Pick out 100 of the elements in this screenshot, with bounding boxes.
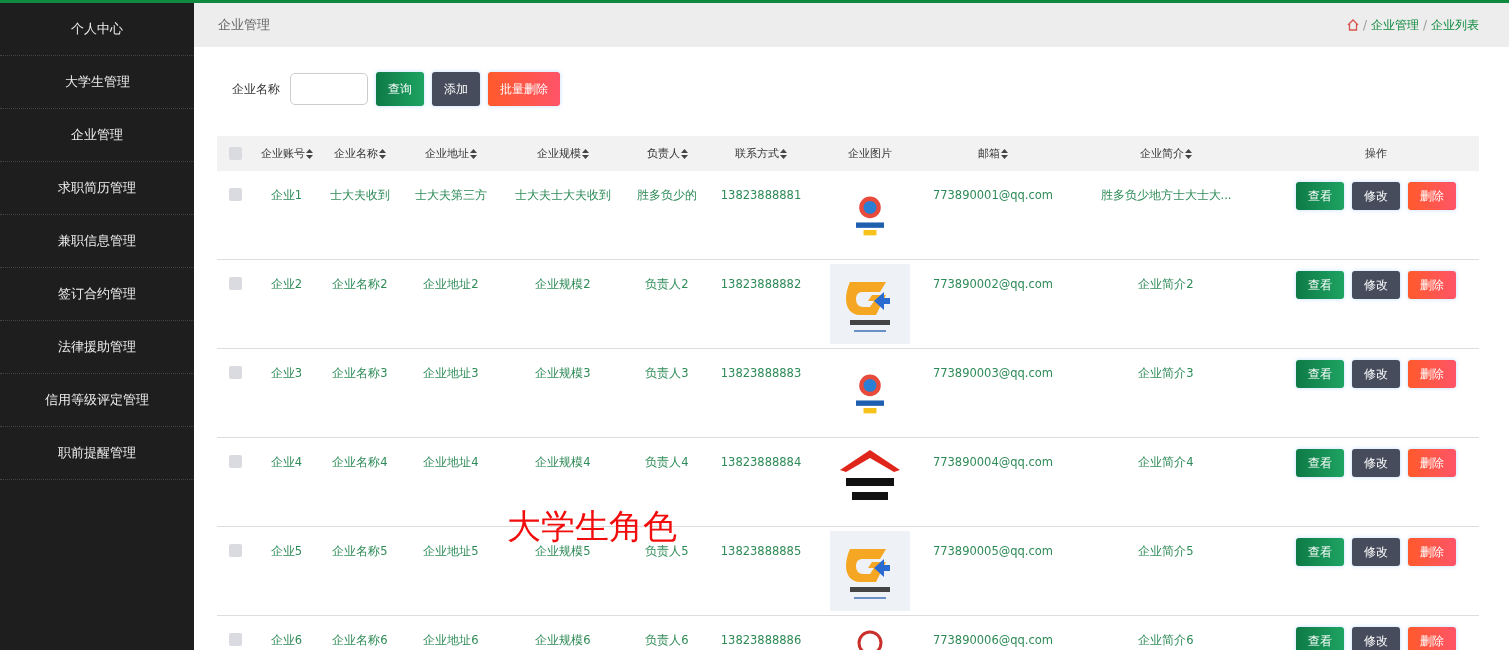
table-cell-text: 胜多负少的 xyxy=(636,187,698,203)
logo-image xyxy=(856,373,884,415)
action-button[interactable]: 修改 xyxy=(1352,360,1400,388)
table-cell-text: 企业名称5 xyxy=(331,543,389,559)
table-cell-text: 773890001@qq.com xyxy=(931,187,1055,202)
table-cell-text: 胜多负少地方士大士大... xyxy=(1099,187,1233,203)
table-cell-text: 负责人4 xyxy=(644,454,690,470)
action-button[interactable]: 修改 xyxy=(1352,182,1400,210)
table-cell-text: 企业地址3 xyxy=(422,365,480,381)
column-header: 企业简介 xyxy=(1140,146,1184,161)
table-cell-text: 企业简介6 xyxy=(1137,632,1195,648)
checkbox[interactable] xyxy=(229,277,242,290)
action-button[interactable]: 查看 xyxy=(1296,182,1344,210)
table-cell-text: 企业名称6 xyxy=(331,632,389,648)
action-button[interactable]: 修改 xyxy=(1352,271,1400,299)
action-button[interactable]: 修改 xyxy=(1352,449,1400,477)
sort-icon[interactable] xyxy=(1185,148,1192,159)
column-header: 负责人 xyxy=(646,146,680,161)
table-cell-text: 企业2 xyxy=(269,276,304,292)
column-header: 企业名称 xyxy=(334,146,378,161)
column-header: 邮箱 xyxy=(978,146,1000,161)
table-cell-text: 士大夫士大夫收到 xyxy=(514,187,612,203)
table-cell-text: 负责人6 xyxy=(644,632,690,648)
sort-icon[interactable] xyxy=(470,148,477,159)
table-cell-text: 企业5 xyxy=(269,543,304,559)
sort-icon[interactable] xyxy=(680,148,688,159)
breadcrumb-link[interactable]: 企业列表 xyxy=(1431,16,1479,34)
table-cell-text: 773890005@qq.com xyxy=(931,543,1055,558)
field-label: 企业名称 xyxy=(232,80,280,98)
logo-image xyxy=(840,450,900,500)
table-cell-text: 13823888881 xyxy=(719,187,803,202)
breadcrumb-separator: / xyxy=(1422,18,1427,32)
overlay-caption: 大学生角色 xyxy=(507,506,677,546)
checkbox[interactable] xyxy=(229,633,242,646)
table-cell-text: 企业名称2 xyxy=(331,276,389,292)
sort-icon[interactable] xyxy=(582,148,589,159)
table-cell-text: 企业规模3 xyxy=(534,365,592,381)
table-cell-text: 企业规模2 xyxy=(534,276,592,292)
table-cell-text: 773890002@qq.com xyxy=(931,276,1055,291)
table-cell-text: 企业名称4 xyxy=(331,454,389,470)
action-button[interactable]: 查看 xyxy=(1296,627,1344,650)
table-cell-text: 13823888884 xyxy=(719,454,803,469)
table-cell-text: 士大夫第三方 xyxy=(414,187,488,203)
column-header: 操作 xyxy=(1365,146,1387,161)
column-header: 企业地址 xyxy=(425,146,469,161)
table-cell-text: 企业简介2 xyxy=(1137,276,1195,292)
table-cell-text: 企业简介3 xyxy=(1137,365,1195,381)
toolbar-button[interactable]: 添加 xyxy=(432,72,480,106)
breadcrumb-link[interactable]: 企业管理 xyxy=(1370,16,1419,34)
table-cell-text: 企业6 xyxy=(269,632,304,648)
logo-image xyxy=(856,195,884,237)
checkbox[interactable] xyxy=(229,188,242,201)
table-cell-text: 负责人3 xyxy=(644,365,690,381)
sort-icon[interactable] xyxy=(305,148,313,159)
sort-icon[interactable] xyxy=(780,148,787,159)
table-cell-text: 773890003@qq.com xyxy=(931,365,1055,380)
column-header: 企业账号 xyxy=(260,146,305,161)
table-cell-text: 企业简介4 xyxy=(1137,454,1195,470)
column-header: 联系方式 xyxy=(735,146,779,161)
action-button[interactable]: 查看 xyxy=(1296,449,1344,477)
logo-image xyxy=(857,630,883,650)
table-cell-text: 企业1 xyxy=(269,187,304,203)
table-cell-text: 企业简介5 xyxy=(1137,543,1195,559)
table-cell-text: 企业地址4 xyxy=(422,454,480,470)
table-cell-text: 13823888882 xyxy=(719,276,803,291)
toolbar-button[interactable]: 查询 xyxy=(376,72,424,106)
table-cell-text: 773890006@qq.com xyxy=(931,632,1055,647)
table-cell-text: 13823888885 xyxy=(719,543,803,558)
table-cell-text: 13823888883 xyxy=(719,365,803,380)
checkbox[interactable] xyxy=(229,455,242,468)
table-cell-text: 企业规模6 xyxy=(534,632,592,648)
checkbox[interactable] xyxy=(229,147,242,160)
table-cell-text: 负责人5 xyxy=(644,543,690,559)
table-cell-text: 企业规模5 xyxy=(534,543,592,559)
breadcrumb-separator: / xyxy=(1362,18,1367,32)
home-icon[interactable] xyxy=(1346,19,1359,31)
action-button[interactable]: 查看 xyxy=(1296,271,1344,299)
table-cell-text: 企业名称3 xyxy=(331,365,389,381)
table-cell-text: 企业3 xyxy=(269,365,304,381)
table-cell-text: 负责人2 xyxy=(644,276,690,292)
column-header: 企业规模 xyxy=(537,146,581,161)
action-button[interactable]: 修改 xyxy=(1352,538,1400,566)
checkbox[interactable] xyxy=(229,366,242,379)
table-cell-text: 13823888886 xyxy=(719,632,803,647)
input-field[interactable] xyxy=(290,73,368,105)
table-cell-text: 企业规模4 xyxy=(534,454,592,470)
table-cell-text: 士大夫收到 xyxy=(329,187,391,203)
sort-icon[interactable] xyxy=(379,148,386,159)
page-title: 企业管理 xyxy=(218,16,270,34)
table-cell-text: 企业地址5 xyxy=(422,543,480,559)
column-header: 企业图片 xyxy=(848,146,892,161)
checkbox[interactable] xyxy=(229,544,242,557)
table-cell-text: 企业地址6 xyxy=(422,632,480,648)
sort-icon[interactable] xyxy=(1001,148,1008,159)
table-cell-text: 773890004@qq.com xyxy=(931,454,1055,469)
action-button[interactable]: 修改 xyxy=(1352,627,1400,650)
table-cell-text: 企业4 xyxy=(269,454,304,470)
action-button[interactable]: 查看 xyxy=(1296,538,1344,566)
action-button[interactable]: 查看 xyxy=(1296,360,1344,388)
table-cell-text: 企业地址2 xyxy=(422,276,480,292)
